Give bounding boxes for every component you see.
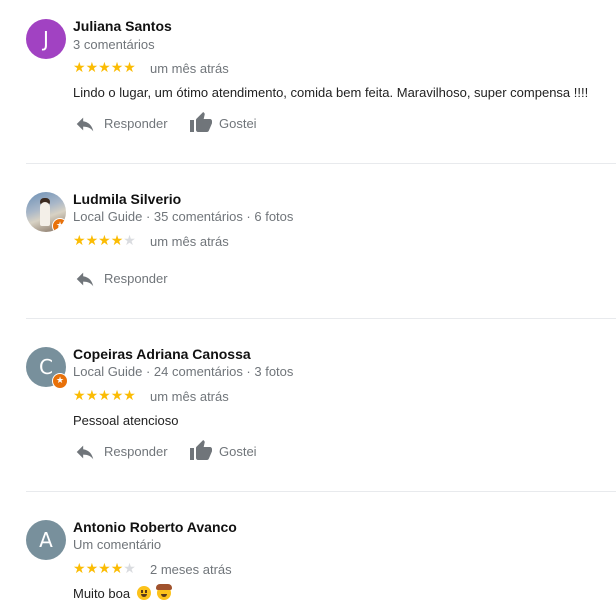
- avatar[interactable]: J: [26, 19, 66, 59]
- avatar-initial: J: [43, 27, 49, 51]
- star-icon: ★: [85, 232, 99, 248]
- like-label: Gostei: [219, 444, 257, 459]
- reviewer-meta: Local Guide · 35 comentários · 6 fotos: [73, 209, 294, 224]
- star-icon: ★: [98, 232, 111, 248]
- reply-button[interactable]: Responder: [74, 113, 174, 135]
- review-date: um mês atrás: [150, 61, 229, 76]
- local-guide-badge-icon: ★: [52, 218, 66, 232]
- reviewer-meta: Local Guide · 24 comentários · 3 fotos: [73, 364, 294, 379]
- star-empty-icon: ★: [123, 232, 136, 248]
- star-icon: ★: [98, 59, 111, 75]
- star-icon: ★: [98, 560, 111, 576]
- reply-icon: [76, 272, 94, 287]
- avatar-initial: A: [39, 528, 53, 552]
- star-icon: ★: [110, 387, 124, 403]
- review-text-container: Muito boa: [73, 584, 173, 601]
- grinning-face-emoji-icon: [136, 586, 151, 600]
- star-icon: ★: [85, 560, 99, 576]
- like-button[interactable]: Gostei: [189, 439, 269, 463]
- star-icon: ★: [123, 59, 136, 75]
- reviewer-name[interactable]: Ludmila Silverio: [73, 191, 181, 207]
- star-icon: ★: [73, 232, 86, 248]
- local-guide-badge-icon: ★: [52, 373, 68, 389]
- review-text: Muito boa: [73, 586, 131, 601]
- rating-stars: ★★★★★: [73, 387, 136, 404]
- like-label: Gostei: [219, 116, 257, 131]
- divider: [26, 491, 616, 492]
- star-icon: ★: [85, 59, 99, 75]
- rating-stars: ★★★★★: [73, 232, 136, 249]
- star-icon: ★: [110, 560, 124, 576]
- like-button[interactable]: Gostei: [189, 111, 269, 135]
- star-icon: ★: [73, 387, 86, 403]
- review-date: um mês atrás: [150, 234, 229, 249]
- thumbs-up-icon: [190, 440, 212, 460]
- avatar[interactable]: A: [26, 520, 66, 560]
- star-icon: ★: [73, 59, 86, 75]
- star-empty-icon: ★: [123, 560, 136, 576]
- rating-stars: ★★★★★: [73, 560, 136, 577]
- cowboy-face-emoji-icon: [156, 584, 173, 600]
- reply-button[interactable]: Responder: [74, 441, 174, 463]
- reply-icon: [76, 445, 94, 460]
- review-date: um mês atrás: [150, 389, 229, 404]
- reviewer-meta: Um comentário: [73, 537, 162, 552]
- star-icon: ★: [123, 387, 136, 403]
- star-icon: ★: [110, 59, 124, 75]
- review-text: Pessoal atencioso: [73, 413, 179, 428]
- star-icon: ★: [98, 387, 111, 403]
- star-icon: ★: [73, 560, 86, 576]
- star-icon: ★: [85, 387, 99, 403]
- reviewer-name[interactable]: Juliana Santos: [73, 18, 172, 34]
- reply-label: Responder: [104, 444, 168, 459]
- avatar-initial: C: [39, 355, 53, 379]
- reviewer-name[interactable]: Antonio Roberto Avanco: [73, 519, 237, 535]
- avatar[interactable]: C ★: [26, 347, 68, 389]
- reply-button[interactable]: Responder: [74, 268, 174, 290]
- divider: [26, 318, 616, 319]
- reply-icon: [76, 117, 94, 132]
- reply-label: Responder: [104, 271, 168, 286]
- reviewer-meta: 3 comentários: [73, 37, 155, 52]
- reply-label: Responder: [104, 116, 168, 131]
- review-date: 2 meses atrás: [150, 562, 232, 577]
- avatar-photo-figure: [40, 202, 50, 226]
- thumbs-up-icon: [190, 112, 212, 132]
- review-text: Lindo o lugar, um ótimo atendimento, com…: [73, 85, 589, 100]
- divider: [26, 163, 616, 164]
- star-icon: ★: [110, 232, 124, 248]
- avatar[interactable]: ★: [26, 192, 66, 232]
- reviewer-name[interactable]: Copeiras Adriana Canossa: [73, 346, 251, 362]
- rating-stars: ★★★★★: [73, 59, 136, 76]
